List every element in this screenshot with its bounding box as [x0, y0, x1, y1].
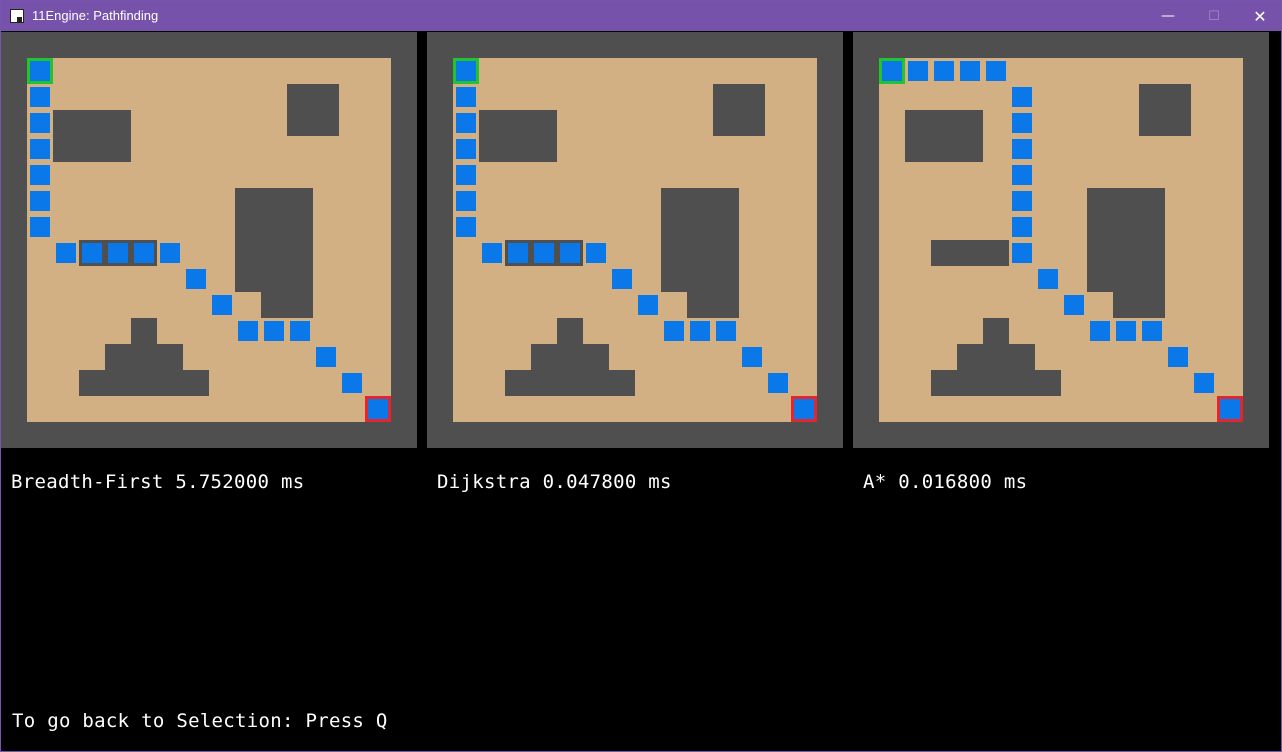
dijkstra-result: Dijkstra 0.047800 ms: [437, 471, 672, 493]
wall-block: [505, 370, 635, 396]
path-cell: [456, 217, 476, 237]
path-cell: [82, 243, 102, 263]
path-cell: [342, 373, 362, 393]
dijkstra-panel: [427, 32, 843, 448]
wall-block: [557, 318, 583, 344]
wall-block: [713, 84, 765, 136]
path-cell: [30, 191, 50, 211]
path-cell: [1012, 113, 1032, 133]
wall-block: [983, 318, 1009, 344]
path-cell: [1116, 321, 1136, 341]
path-cell: [560, 243, 580, 263]
path-cell: [134, 243, 154, 263]
wall-block: [931, 370, 1061, 396]
pathfinding-grid: [879, 58, 1243, 422]
window-title: 11Engine: Pathfinding: [32, 8, 159, 23]
path-cell: [768, 373, 788, 393]
path-cell: [186, 269, 206, 289]
path-cell: [612, 269, 632, 289]
wall-block: [531, 344, 609, 370]
path-cell: [30, 165, 50, 185]
goal-cell: [791, 396, 817, 422]
start-cell: [453, 58, 479, 84]
path-cell: [534, 243, 554, 263]
wall-block: [957, 344, 1035, 370]
path-cell: [960, 61, 980, 81]
path-cell: [1090, 321, 1110, 341]
astar-panel: [853, 32, 1269, 448]
maximize-button[interactable]: ☐: [1191, 1, 1237, 31]
goal-cell: [1217, 396, 1243, 422]
path-cell: [1012, 243, 1032, 263]
breadth-first-result: Breadth-First 5.752000 ms: [11, 471, 305, 493]
path-cell: [456, 87, 476, 107]
path-cell: [160, 243, 180, 263]
path-cell: [1142, 321, 1162, 341]
path-cell: [1168, 347, 1188, 367]
path-cell: [664, 321, 684, 341]
path-cell: [30, 113, 50, 133]
wall-block: [687, 292, 739, 318]
path-cell: [1038, 269, 1058, 289]
path-cell: [108, 243, 128, 263]
path-cell: [1012, 87, 1032, 107]
breadth-first-panel: [1, 32, 417, 448]
app-window: 11Engine: Pathfinding — ☐ ✕ Breadth-Firs…: [0, 0, 1282, 752]
path-cell: [1194, 373, 1214, 393]
path-cell: [1064, 295, 1084, 315]
path-cell: [1012, 217, 1032, 237]
wall-block: [79, 370, 209, 396]
title-bar[interactable]: 11Engine: Pathfinding — ☐ ✕: [1, 1, 1281, 31]
path-cell: [1012, 191, 1032, 211]
path-cell: [290, 321, 310, 341]
start-cell: [879, 58, 905, 84]
wall-block: [261, 292, 313, 318]
path-cell: [456, 165, 476, 185]
path-cell: [1012, 139, 1032, 159]
path-cell: [456, 139, 476, 159]
path-cell: [30, 217, 50, 237]
path-cell: [986, 61, 1006, 81]
path-cell: [456, 191, 476, 211]
goal-cell: [365, 396, 391, 422]
wall-block: [53, 110, 131, 162]
wall-block: [905, 110, 983, 162]
pathfinding-grid: [453, 58, 817, 422]
wall-block: [131, 318, 157, 344]
path-cell: [30, 87, 50, 107]
wall-block: [1139, 84, 1191, 136]
path-cell: [716, 321, 736, 341]
path-cell: [934, 61, 954, 81]
wall-block: [1087, 188, 1165, 292]
path-cell: [316, 347, 336, 367]
wall-block: [931, 240, 1009, 266]
back-to-selection-hint: To go back to Selection: Press Q: [12, 710, 388, 732]
path-cell: [1012, 165, 1032, 185]
path-cell: [264, 321, 284, 341]
start-cell: [27, 58, 53, 84]
wall-block: [479, 110, 557, 162]
path-cell: [908, 61, 928, 81]
path-cell: [638, 295, 658, 315]
wall-block: [287, 84, 339, 136]
path-cell: [212, 295, 232, 315]
wall-block: [661, 188, 739, 292]
app-window-icon: [10, 9, 24, 23]
path-cell: [482, 243, 502, 263]
path-cell: [456, 113, 476, 133]
minimize-button[interactable]: —: [1145, 1, 1191, 31]
path-cell: [690, 321, 710, 341]
path-cell: [586, 243, 606, 263]
path-cell: [742, 347, 762, 367]
wall-block: [1113, 292, 1165, 318]
pathfinding-grid: [27, 58, 391, 422]
path-cell: [508, 243, 528, 263]
path-cell: [56, 243, 76, 263]
wall-block: [105, 344, 183, 370]
wall-block: [235, 188, 313, 292]
close-button[interactable]: ✕: [1237, 1, 1282, 31]
path-cell: [238, 321, 258, 341]
path-cell: [30, 139, 50, 159]
astar-result: A* 0.016800 ms: [863, 471, 1028, 493]
